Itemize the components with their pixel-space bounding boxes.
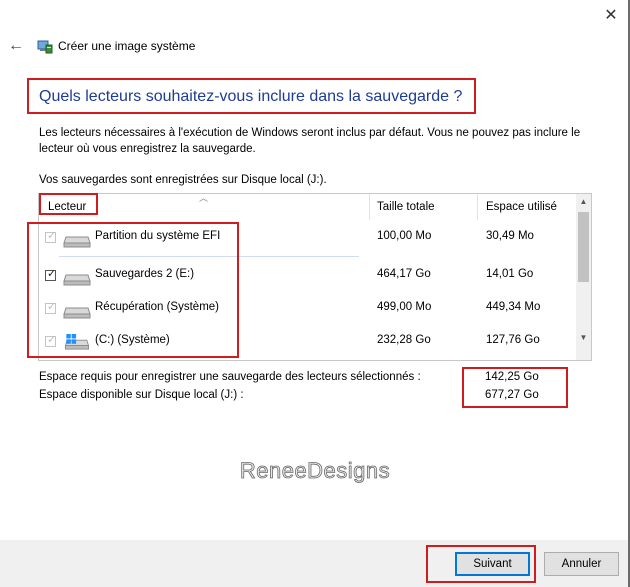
drive-total-size: 100,00 Mo xyxy=(377,230,432,242)
drive-total-size: 499,00 Mo xyxy=(377,301,432,313)
drive-used-space: 14,01 Go xyxy=(486,268,534,280)
drive-used-space: 30,49 Mo xyxy=(486,230,534,242)
scroll-down-icon[interactable]: ▼ xyxy=(576,330,591,346)
page-heading: Quels lecteurs souhaitez-vous inclure da… xyxy=(39,88,463,105)
drive-total-size: 232,28 Go xyxy=(377,334,431,346)
drive-used-space: 449,34 Mo xyxy=(486,301,541,313)
watermark-text: ReneeDesigns xyxy=(239,458,391,484)
column-separator xyxy=(477,194,478,220)
close-icon[interactable]: ✕ xyxy=(598,4,624,28)
table-scrollbar[interactable]: ▲ ▼ xyxy=(576,194,591,360)
next-button-highlight xyxy=(426,545,536,583)
column-header-total-size[interactable]: Taille totale xyxy=(377,194,435,220)
column-header-highlight xyxy=(39,193,98,215)
back-arrow-icon[interactable]: ← xyxy=(6,36,26,56)
column-separator xyxy=(369,194,370,220)
saved-location-text: Vos sauvegardes sont enregistrées sur Di… xyxy=(39,174,327,186)
window-title: Créer une image système xyxy=(58,39,196,53)
space-values-highlight xyxy=(462,367,568,408)
scroll-up-icon[interactable]: ▲ xyxy=(576,194,591,210)
top-edge xyxy=(0,0,630,6)
space-available-label: Espace disponible sur Disque local (J:) … xyxy=(39,389,244,401)
sort-arrow-icon: ︿ xyxy=(199,193,209,203)
scrollbar-thumb[interactable] xyxy=(578,212,589,282)
cancel-button[interactable]: Annuler xyxy=(544,552,619,576)
drive-total-size: 464,17 Go xyxy=(377,268,431,280)
backup-app-icon xyxy=(37,40,53,54)
drive-used-space: 127,76 Go xyxy=(486,334,540,346)
description-text: Les lecteurs nécessaires à l'exécution d… xyxy=(39,127,581,155)
column-header-used-space[interactable]: Espace utilisé xyxy=(486,194,557,220)
drive-list-highlight xyxy=(27,222,239,358)
space-required-label: Espace requis pour enregistrer une sauve… xyxy=(39,371,421,383)
